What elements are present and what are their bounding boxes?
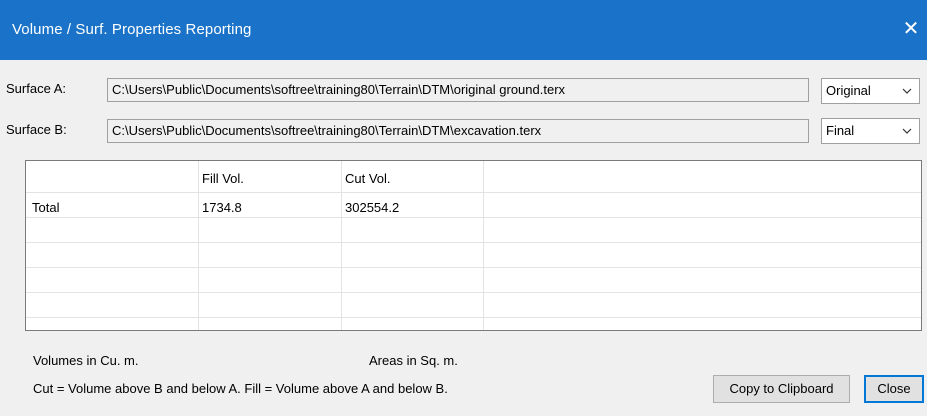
- chevron-down-icon: [901, 119, 913, 143]
- close-icon[interactable]: ✕: [897, 12, 925, 46]
- chevron-down-icon: [901, 79, 913, 103]
- column-header-cut-vol: Cut Vol.: [345, 171, 391, 186]
- table-row-empty: [26, 293, 921, 318]
- surface-b-dropdown-value: Final: [826, 123, 855, 138]
- area-units-note: Areas in Sq. m.: [369, 353, 458, 368]
- surface-a-dropdown-value: Original: [826, 83, 871, 98]
- window-title: Volume / Surf. Properties Reporting: [12, 21, 252, 38]
- surface-b-path-field[interactable]: C:\Users\Public\Documents\softree\traini…: [107, 119, 809, 143]
- results-grid[interactable]: Fill Vol. Cut Vol. Total 1734.8 302554.2: [25, 160, 922, 331]
- fill-vol-cell: 1734.8: [202, 200, 242, 215]
- table-row-empty: [26, 268, 921, 293]
- cut-fill-definition-note: Cut = Volume above B and below A. Fill =…: [33, 381, 448, 396]
- copy-to-clipboard-button[interactable]: Copy to Clipboard: [713, 375, 850, 403]
- volume-units-note: Volumes in Cu. m.: [33, 353, 139, 368]
- surface-a-path-field[interactable]: C:\Users\Public\Documents\softree\traini…: [107, 78, 809, 102]
- title-bar: Volume / Surf. Properties Reporting ✕: [0, 0, 927, 60]
- table-row[interactable]: Total 1734.8 302554.2: [26, 193, 921, 218]
- surface-b-label: Surface B:: [6, 122, 67, 137]
- surface-a-label: Surface A:: [6, 81, 66, 96]
- cut-vol-cell: 302554.2: [345, 200, 400, 215]
- table-row-empty: [26, 243, 921, 268]
- close-button[interactable]: Close: [864, 375, 924, 403]
- table-row-empty: [26, 218, 921, 243]
- row-name-cell: Total: [32, 200, 60, 215]
- surface-b-dropdown[interactable]: Final: [821, 118, 920, 144]
- column-header-fill-vol: Fill Vol.: [202, 171, 244, 186]
- surface-a-dropdown[interactable]: Original: [821, 78, 920, 104]
- grid-header-row: Fill Vol. Cut Vol.: [26, 161, 921, 193]
